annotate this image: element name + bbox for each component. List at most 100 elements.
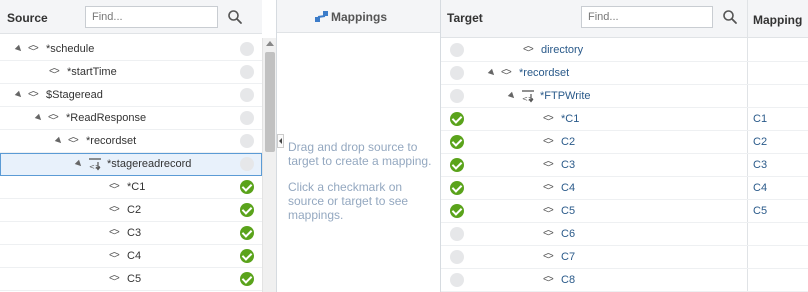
tree-node-label: *recordset xyxy=(86,135,137,147)
checkmark-hint: Click a checkmark on source or target to… xyxy=(288,180,409,222)
status-icon[interactable] xyxy=(450,250,464,264)
expand-icon[interactable] xyxy=(507,91,517,101)
target-panel: Target Mapping <> directory <> *recordse… xyxy=(441,0,808,292)
tree-row[interactable]: <> *schedule xyxy=(0,38,262,61)
tree-row[interactable]: <> C8 xyxy=(441,269,808,292)
collection-icon: <> xyxy=(89,158,101,171)
status-icon[interactable] xyxy=(240,42,254,56)
mapped-check-icon[interactable] xyxy=(240,272,254,286)
mapping-value[interactable]: C3 xyxy=(753,159,767,171)
tree-row[interactable]: <> C5 xyxy=(0,268,262,291)
mapped-check-icon[interactable] xyxy=(240,249,254,263)
source-panel: Source <> *schedule <> *startTime <> $St… xyxy=(0,0,277,292)
status-icon[interactable] xyxy=(450,43,464,57)
element-icon: <> xyxy=(109,204,120,215)
tree-row[interactable]: <> C3 C3 xyxy=(441,154,808,177)
tree-row[interactable]: <> C4 xyxy=(0,245,262,268)
tree-row[interactable]: <> *C1 C1 xyxy=(441,108,808,131)
tree-row[interactable]: <> *startTime xyxy=(0,61,262,84)
target-search-input[interactable] xyxy=(581,6,713,28)
svg-text:<>: <> xyxy=(522,95,534,103)
mappings-panel: Mappings Drag and drop source to target … xyxy=(277,0,441,292)
status-icon[interactable] xyxy=(240,111,254,125)
mapped-check-icon[interactable] xyxy=(450,181,464,195)
source-header: Source xyxy=(0,0,262,34)
element-icon: <> xyxy=(543,113,554,124)
status-icon[interactable] xyxy=(450,273,464,287)
tree-row[interactable]: <> *FTPWrite xyxy=(441,85,808,108)
source-search-input[interactable] xyxy=(85,6,218,28)
collection-icon: <> xyxy=(522,90,534,103)
element-icon: <> xyxy=(501,67,512,78)
mapped-check-icon[interactable] xyxy=(450,158,464,172)
expand-icon[interactable] xyxy=(74,159,84,169)
expand-icon[interactable] xyxy=(14,90,24,100)
tree-row[interactable]: <> C7 xyxy=(441,246,808,269)
tree-node-label: *startTime xyxy=(67,66,117,78)
tree-node-label: C7 xyxy=(561,251,576,263)
tree-node-label: C3 xyxy=(127,227,142,239)
scrollbar-thumb[interactable] xyxy=(265,52,275,152)
search-icon[interactable] xyxy=(721,8,739,26)
tree-row[interactable]: <> C3 xyxy=(0,222,262,245)
mapped-check-icon[interactable] xyxy=(450,135,464,149)
mappings-title: Mappings xyxy=(331,10,387,24)
tree-row[interactable]: <> C6 xyxy=(441,223,808,246)
element-icon: <> xyxy=(28,43,39,54)
status-icon[interactable] xyxy=(240,88,254,102)
tree-node-label: $Stageread xyxy=(46,89,103,101)
element-icon: <> xyxy=(543,251,554,262)
tree-node-label: *C1 xyxy=(561,113,580,125)
tree-row[interactable]: <> C4 C4 xyxy=(441,177,808,200)
tree-node-label: *ReadResponse xyxy=(66,112,147,124)
source-title: Source xyxy=(7,11,48,25)
tree-row[interactable]: <> directory xyxy=(441,39,808,62)
status-icon[interactable] xyxy=(450,227,464,241)
mapping-value[interactable]: C2 xyxy=(753,136,767,148)
element-icon: <> xyxy=(543,228,554,239)
tree-row[interactable]: <> *recordset xyxy=(0,130,262,153)
mapping-value[interactable]: C5 xyxy=(753,205,767,217)
status-icon[interactable] xyxy=(240,134,254,148)
mapped-check-icon[interactable] xyxy=(240,203,254,217)
expand-icon[interactable] xyxy=(34,113,44,123)
mapped-check-icon[interactable] xyxy=(450,112,464,126)
element-icon: <> xyxy=(48,112,59,123)
mapped-check-icon[interactable] xyxy=(450,204,464,218)
tree-node-label: *schedule xyxy=(46,43,95,55)
tree-node-label: C4 xyxy=(127,250,142,262)
expand-icon[interactable] xyxy=(14,44,24,54)
status-icon[interactable] xyxy=(240,65,254,79)
tree-node-label: *stagereadrecord xyxy=(107,158,192,170)
tree-node-label: C8 xyxy=(561,274,576,286)
mapped-check-icon[interactable] xyxy=(240,180,254,194)
tree-row[interactable]: <> $Stageread xyxy=(0,84,262,107)
mapped-check-icon[interactable] xyxy=(240,226,254,240)
tree-node-label: *C1 xyxy=(127,181,146,193)
search-icon[interactable] xyxy=(226,8,244,26)
status-icon[interactable] xyxy=(450,89,464,103)
tree-row[interactable]: <> *ReadResponse xyxy=(0,107,262,130)
expand-icon[interactable] xyxy=(54,136,64,146)
element-icon: <> xyxy=(109,181,120,192)
tree-row[interactable]: <> C2 xyxy=(0,199,262,222)
tree-row[interactable]: <> C2 C2 xyxy=(441,131,808,154)
tree-node-label: C3 xyxy=(561,159,576,171)
mapping-value[interactable]: C1 xyxy=(753,113,767,125)
status-icon[interactable] xyxy=(240,157,254,171)
mappings-header: Mappings xyxy=(277,0,440,33)
tree-row-selected[interactable]: <> *stagereadrecord xyxy=(0,153,262,176)
element-icon: <> xyxy=(523,44,534,55)
tree-row[interactable]: <> *C1 xyxy=(0,176,262,199)
tree-row[interactable]: <> *recordset xyxy=(441,62,808,85)
source-scrollbar[interactable] xyxy=(262,38,276,292)
tree-node-label: C6 xyxy=(561,228,576,240)
status-icon[interactable] xyxy=(450,66,464,80)
tree-row[interactable]: <> C5 C5 xyxy=(441,200,808,223)
scroll-up-icon[interactable] xyxy=(266,41,274,46)
element-icon: <> xyxy=(109,273,120,284)
collapse-panel-icon[interactable] xyxy=(277,134,284,148)
expand-icon[interactable] xyxy=(487,68,497,78)
element-icon: <> xyxy=(543,205,554,216)
mapping-value[interactable]: C4 xyxy=(753,182,767,194)
